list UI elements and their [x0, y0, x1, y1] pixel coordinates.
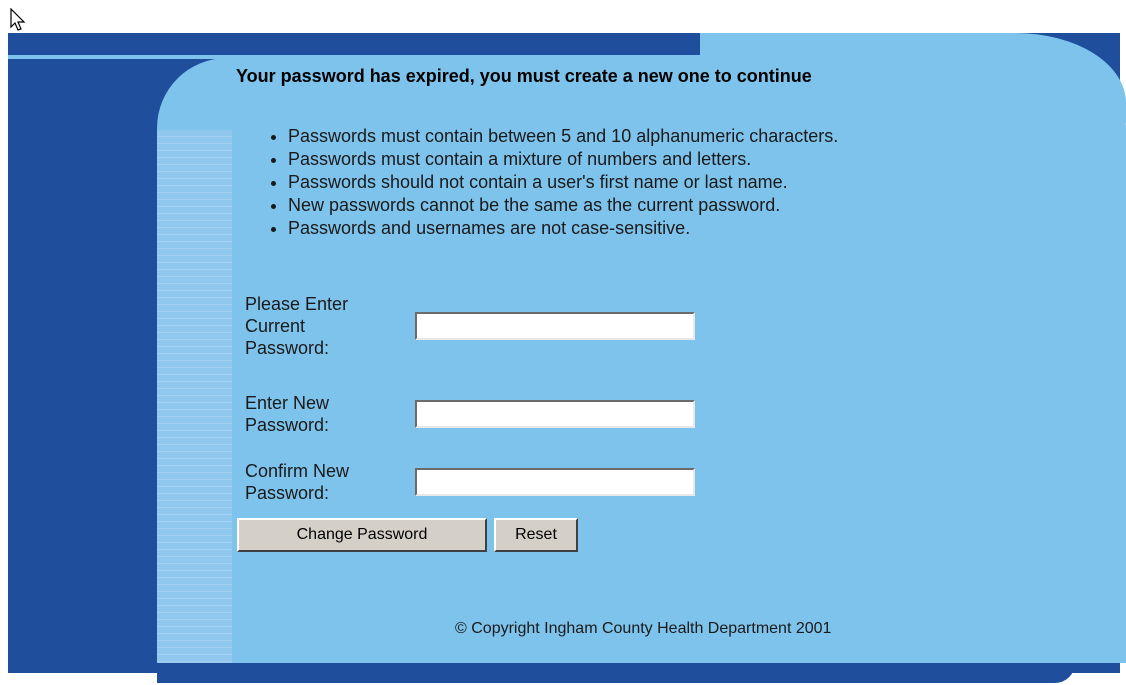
new-password-label: Enter New Password:: [245, 392, 415, 436]
current-password-input[interactable]: [415, 312, 695, 340]
label-line: Enter New: [245, 393, 330, 413]
rule-item: Passwords must contain between 5 and 10 …: [288, 125, 838, 148]
new-password-row: Enter New Password:: [245, 392, 695, 436]
change-password-button[interactable]: Change Password: [237, 518, 487, 552]
label-line: Password:: [245, 338, 330, 358]
page-title: Your password has expired, you must crea…: [236, 66, 812, 86]
page: Your password has expired, you must crea…: [0, 0, 1126, 685]
mouse-pointer-icon: [10, 8, 26, 31]
rule-item: Passwords must contain a mixture of numb…: [288, 148, 838, 171]
current-password-label: Please Enter Current Password:: [245, 293, 415, 359]
frame-top-tab: [8, 33, 718, 55]
label-line: Please Enter: [245, 294, 349, 314]
panel-ruler-strip: [157, 130, 232, 663]
confirm-password-label: Confirm New Password:: [245, 460, 415, 504]
new-password-input[interactable]: [415, 400, 695, 428]
label-line: Current: [245, 316, 306, 336]
reset-button[interactable]: Reset: [494, 518, 578, 552]
label-line: Password:: [245, 415, 330, 435]
current-password-row: Please Enter Current Password:: [245, 293, 695, 359]
frame-bottom-bar: [157, 663, 1075, 683]
label-line: Confirm New: [245, 461, 350, 481]
rule-item: Passwords should not contain a user's fi…: [288, 171, 838, 194]
confirm-password-input[interactable]: [415, 468, 695, 496]
confirm-password-row: Confirm New Password:: [245, 460, 695, 504]
rule-item: New passwords cannot be the same as the …: [288, 194, 838, 217]
password-rules-list: Passwords must contain between 5 and 10 …: [270, 125, 838, 240]
label-line: Password:: [245, 483, 330, 503]
copyright-text: © Copyright Ingham County Health Departm…: [455, 620, 832, 637]
rule-item: Passwords and usernames are not case-sen…: [288, 217, 838, 240]
